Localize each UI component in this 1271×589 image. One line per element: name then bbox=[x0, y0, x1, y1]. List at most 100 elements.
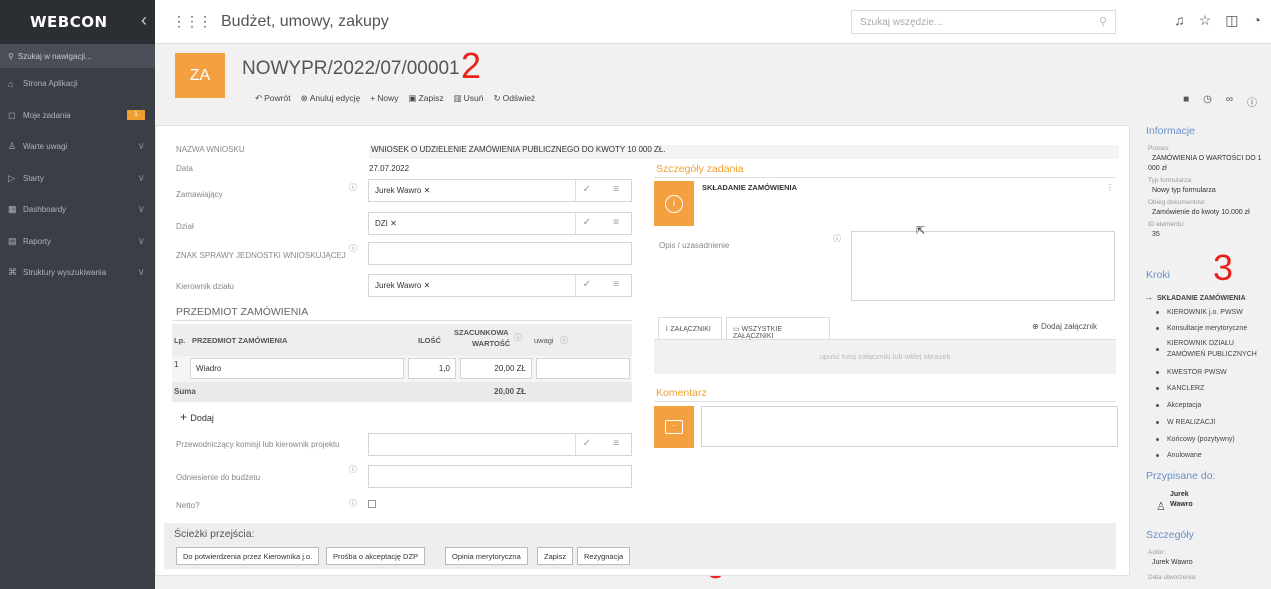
info-icon[interactable]: ⓘ bbox=[514, 332, 522, 343]
reader-icon[interactable]: ◫ bbox=[1225, 12, 1238, 29]
task-details-title: Szczegóły zadania bbox=[656, 163, 744, 175]
item-value-input[interactable]: 20,00 ZŁ bbox=[460, 358, 532, 379]
comment-textarea[interactable] bbox=[701, 406, 1118, 447]
history-icon[interactable]: ◷ bbox=[1203, 94, 1212, 109]
chair-label: Przewodniczący komisji lub kierownik pro… bbox=[176, 440, 340, 449]
list-icon[interactable]: ≡ bbox=[613, 279, 619, 290]
header-right-icons: ■ ◷ ∞ ⓘ bbox=[1183, 94, 1257, 109]
tab-attachments[interactable]: ⌇ ZAŁĄCZNIKI bbox=[658, 317, 722, 339]
list-icon[interactable]: ≡ bbox=[613, 438, 619, 449]
date-label: Data bbox=[176, 164, 193, 173]
collapse-sidebar-icon[interactable]: ‹ bbox=[141, 10, 147, 31]
logo-bar: WEBCON ‹ bbox=[0, 0, 155, 44]
link-icon[interactable]: ∞ bbox=[1226, 94, 1233, 109]
check-icon[interactable]: ✓ bbox=[583, 184, 591, 195]
path-button-manager-confirm[interactable]: Do potwierdzenia przez Kierownika j.o. bbox=[176, 547, 320, 565]
info-icon[interactable]: ⓘ bbox=[833, 233, 841, 244]
chevron-down-icon[interactable]: ∨ bbox=[138, 173, 145, 184]
task-info-icon: i bbox=[654, 181, 694, 226]
app-grid-icon[interactable]: ⋮⋮⋮ bbox=[172, 13, 212, 30]
info-icon[interactable]: ⓘ bbox=[349, 243, 357, 254]
item-qty-input[interactable]: 1,0 bbox=[408, 358, 456, 379]
delete-button[interactable]: ▥ Usuń bbox=[454, 93, 484, 104]
sidebar-item-dashboards[interactable]: ▦ Dashboardy ∨ bbox=[0, 194, 155, 226]
step-item: KIEROWNIK DZIAŁU bbox=[1167, 340, 1234, 347]
attachment-drop-zone[interactable]: upuść tutaj załączniki lub wklej obrazek bbox=[654, 340, 1116, 374]
check-icon[interactable]: ✓ bbox=[583, 279, 591, 290]
cancel-icon: ⊗ bbox=[300, 93, 308, 103]
sidebar-item-watched[interactable]: ♙ Warte uwagi ∨ bbox=[0, 131, 155, 163]
user-avatar-icon[interactable]: ◔ bbox=[1253, 12, 1261, 29]
assigned-first-name: Jurek bbox=[1170, 491, 1189, 498]
chevron-down-icon[interactable]: ∨ bbox=[138, 236, 145, 247]
step-item: KIEROWNIK j.o. PWSW bbox=[1156, 309, 1243, 316]
save-icon: ▣ bbox=[408, 93, 417, 103]
save-button[interactable]: ▣ Zapisz bbox=[409, 93, 444, 104]
more-options-icon[interactable]: ⋮ bbox=[1106, 183, 1114, 192]
nav-search-input[interactable]: ⚲ Szukaj w nawigacji... bbox=[0, 44, 155, 68]
steps-title: Kroki bbox=[1146, 269, 1170, 281]
sidebar-item-reports[interactable]: ▤ Raporty ∨ bbox=[0, 226, 155, 258]
info-icon[interactable]: ⓘ bbox=[349, 464, 357, 475]
chevron-down-icon[interactable]: ∨ bbox=[138, 267, 145, 278]
sidebar-item-starts[interactable]: ▷ Starty ∨ bbox=[0, 163, 155, 195]
sidebar: WEBCON ‹ ⚲ Szukaj w nawigacji... ⌂ Stron… bbox=[0, 0, 155, 589]
assigned-title: Przypisane do: bbox=[1146, 470, 1216, 482]
main-form: NAZWA WNIOSKU WNIOSEK O UDZIELENIE ZAMÓW… bbox=[155, 125, 1130, 576]
info-icon[interactable]: ⓘ bbox=[1247, 94, 1257, 109]
path-button-save[interactable]: Zapisz bbox=[537, 547, 574, 565]
step-item: Anulowane bbox=[1156, 452, 1202, 459]
department-picker[interactable]: DZI ✕ ✓ ≡ bbox=[368, 212, 632, 235]
back-button[interactable]: ↶ Powrót bbox=[255, 93, 291, 104]
info-icon[interactable]: ⓘ bbox=[349, 182, 357, 193]
sidebar-item-home[interactable]: ⌂ Strona Aplikacji bbox=[0, 68, 155, 100]
check-icon[interactable]: ✓ bbox=[583, 438, 591, 449]
table-row: 1 Wiadro 1,0 20,00 ZŁ bbox=[172, 356, 632, 382]
orderer-picker[interactable]: Jurek Wawro ✕ ✓ ≡ bbox=[368, 179, 632, 202]
check-icon[interactable]: ✓ bbox=[583, 217, 591, 228]
step-item: KWESTOR PWSW bbox=[1156, 369, 1227, 376]
search-icon: ⚲ bbox=[8, 51, 14, 61]
list-icon[interactable]: ≡ bbox=[613, 217, 619, 228]
tab-all-attachments[interactable]: ▭ WSZYSTKIE ZAŁĄCZNIKI bbox=[726, 317, 830, 340]
home-icon: ⌂ bbox=[8, 78, 14, 89]
net-checkbox[interactable] bbox=[368, 500, 376, 508]
chevron-down-icon[interactable]: ∨ bbox=[138, 204, 145, 215]
add-attachment-button[interactable]: ⊕ Dodaj załącznik bbox=[1032, 322, 1097, 331]
item-notes-input[interactable] bbox=[536, 358, 630, 379]
cancel-edit-button[interactable]: ⊗ Anuluj edycję bbox=[301, 93, 361, 104]
chair-picker[interactable]: ✓ ≡ bbox=[368, 433, 632, 456]
case-sign-input[interactable] bbox=[368, 242, 632, 265]
user-icon: ♙ bbox=[8, 141, 17, 152]
star-icon[interactable]: ☆ bbox=[1199, 12, 1212, 29]
path-button-resign[interactable]: Rezygnacja bbox=[577, 547, 631, 565]
play-icon: ▷ bbox=[8, 172, 15, 183]
sidebar-item-search-structures[interactable]: ⌘ Struktury wyszukiwania ∨ bbox=[0, 257, 155, 289]
info-icon[interactable]: ⓘ bbox=[349, 498, 357, 509]
new-button[interactable]: + Nowy bbox=[370, 93, 398, 104]
refresh-button[interactable]: ↻ Odśwież bbox=[493, 93, 535, 104]
annotation-2: 2 bbox=[461, 45, 482, 86]
path-button-dzp-approval[interactable]: Prośba o akceptację DZP bbox=[326, 547, 426, 565]
path-button-substantive-opinion[interactable]: Opinia merytoryczna bbox=[445, 547, 528, 565]
request-name-label: NAZWA WNIOSKU bbox=[176, 145, 245, 154]
notification-bell-icon[interactable]: ♫ bbox=[1174, 12, 1185, 29]
items-table-header: Lp. PRZEDMIOT ZAMÓWIENIA ILOŚĆ SZACUNKOW… bbox=[172, 324, 632, 356]
search-icon: ⚲ bbox=[1098, 16, 1107, 28]
info-icon[interactable]: ⓘ bbox=[560, 335, 568, 346]
justification-textarea[interactable] bbox=[851, 231, 1115, 301]
step-item: Konsultacje merytoryczne bbox=[1156, 325, 1247, 332]
sidebar-item-my-tasks[interactable]: ◻ Moje zadania 1 bbox=[0, 100, 155, 132]
list-icon[interactable]: ≡ bbox=[613, 184, 619, 195]
manager-picker[interactable]: Jurek Wawro ✕ ✓ ≡ bbox=[368, 274, 632, 297]
report-icon: ▤ bbox=[8, 235, 17, 246]
chevron-down-icon[interactable]: ∨ bbox=[138, 141, 145, 152]
bell-icon: ◻ bbox=[8, 109, 16, 120]
budget-input[interactable] bbox=[368, 465, 632, 488]
add-row-button[interactable]: + Dodaj bbox=[180, 410, 214, 424]
office-icon[interactable]: ■ bbox=[1183, 94, 1189, 109]
app-title: Budżet, umowy, zakupy bbox=[221, 12, 389, 30]
step-item: ZAMÓWIEŃ PUBLICZNYCH bbox=[1167, 351, 1257, 358]
item-subject-input[interactable]: Wiadro bbox=[190, 358, 404, 379]
global-search-input[interactable]: Szukaj wszędzie... ⚲ bbox=[851, 10, 1116, 34]
